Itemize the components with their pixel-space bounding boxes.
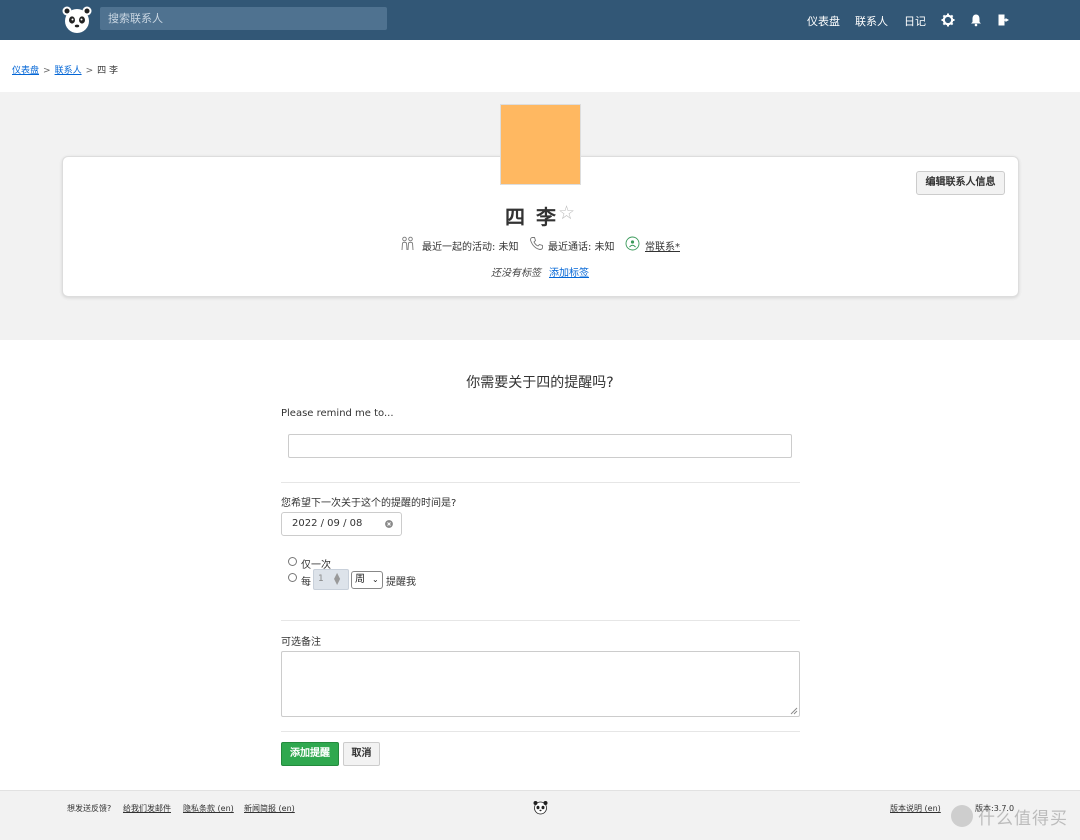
frequency-number-input[interactable]: 1 <box>313 569 349 590</box>
no-tags-text: 还没有标签 <box>491 268 541 279</box>
breadcrumb-current: 四 李 <box>97 66 118 76</box>
gear-icon[interactable] <box>941 13 955 27</box>
release-notes-link[interactable]: 版本说明 (en) <box>890 803 941 814</box>
remind-me-label: 提醒我 <box>386 577 416 588</box>
when-label: 您希望下一次关于这个的提醒的时间是? <box>281 498 457 509</box>
clear-date-icon[interactable] <box>385 520 393 528</box>
divider <box>281 731 800 732</box>
nav-contacts[interactable]: 联系人 <box>855 13 888 29</box>
note-textarea[interactable] <box>281 651 800 717</box>
breadcrumb: 仪表盘 > 联系人 > 四 李 <box>12 66 118 76</box>
contact-frequency-icon <box>625 236 640 251</box>
note-label: 可选备注 <box>281 637 321 648</box>
last-activity-text: 最近一起的活动: 未知 <box>422 242 519 253</box>
breadcrumb-contacts-link[interactable]: 联系人 <box>55 66 82 76</box>
remind-input[interactable] <box>288 434 792 458</box>
chevron-down-icon: ⌄ <box>372 575 379 584</box>
panda-logo-icon[interactable] <box>62 5 92 35</box>
nav-journal[interactable]: 日记 <box>904 13 926 29</box>
contact-name: 四 李 <box>505 205 558 229</box>
every-label: 每 <box>301 577 311 588</box>
contact-frequency-link[interactable]: 常联系* <box>645 238 680 253</box>
watermark-badge-icon <box>951 805 973 827</box>
logout-icon[interactable] <box>997 13 1011 27</box>
add-tag-link[interactable]: 添加标签 <box>549 264 589 279</box>
frequency-unit-value: 周 <box>355 574 365 585</box>
divider <box>281 620 800 621</box>
privacy-link[interactable]: 隐私条款 (en) <box>183 803 234 814</box>
favorite-star-icon[interactable]: ☆ <box>558 202 575 224</box>
newsletter-link[interactable]: 新闻简报 (en) <box>244 803 295 814</box>
add-reminder-button[interactable]: 添加提醒 <box>281 742 339 766</box>
avatar <box>500 104 581 185</box>
footer <box>0 790 1080 840</box>
panda-footer-icon <box>533 801 548 815</box>
bell-icon[interactable] <box>969 13 983 27</box>
resize-handle-icon[interactable] <box>789 706 798 715</box>
breadcrumb-dashboard-link[interactable]: 仪表盘 <box>12 66 39 76</box>
form-title: 你需要关于四的提醒吗? <box>466 375 614 391</box>
remind-label: Please remind me to... <box>281 408 394 419</box>
last-call-text: 最近通话: 未知 <box>548 242 615 253</box>
cancel-button[interactable]: 取消 <box>343 742 380 766</box>
edit-contact-button[interactable]: 编辑联系人信息 <box>916 171 1005 195</box>
number-spinner-icon[interactable]: ▲ ▼ <box>334 572 340 586</box>
feedback-text: 想发送反馈? <box>67 804 112 813</box>
nav-dashboard[interactable]: 仪表盘 <box>807 13 840 29</box>
once-radio[interactable] <box>288 557 297 566</box>
people-icon <box>401 236 414 251</box>
recurring-radio[interactable] <box>288 573 297 582</box>
email-link[interactable]: 给我们发邮件 <box>123 803 171 814</box>
divider <box>281 482 800 483</box>
watermark-text: 什么值得买 <box>978 809 1068 829</box>
date-input[interactable]: 2022 / 09 / 08 <box>281 512 402 536</box>
frequency-unit-select[interactable]: 周 ⌄ <box>351 571 383 589</box>
search-input[interactable] <box>100 7 387 30</box>
phone-icon <box>530 237 543 250</box>
